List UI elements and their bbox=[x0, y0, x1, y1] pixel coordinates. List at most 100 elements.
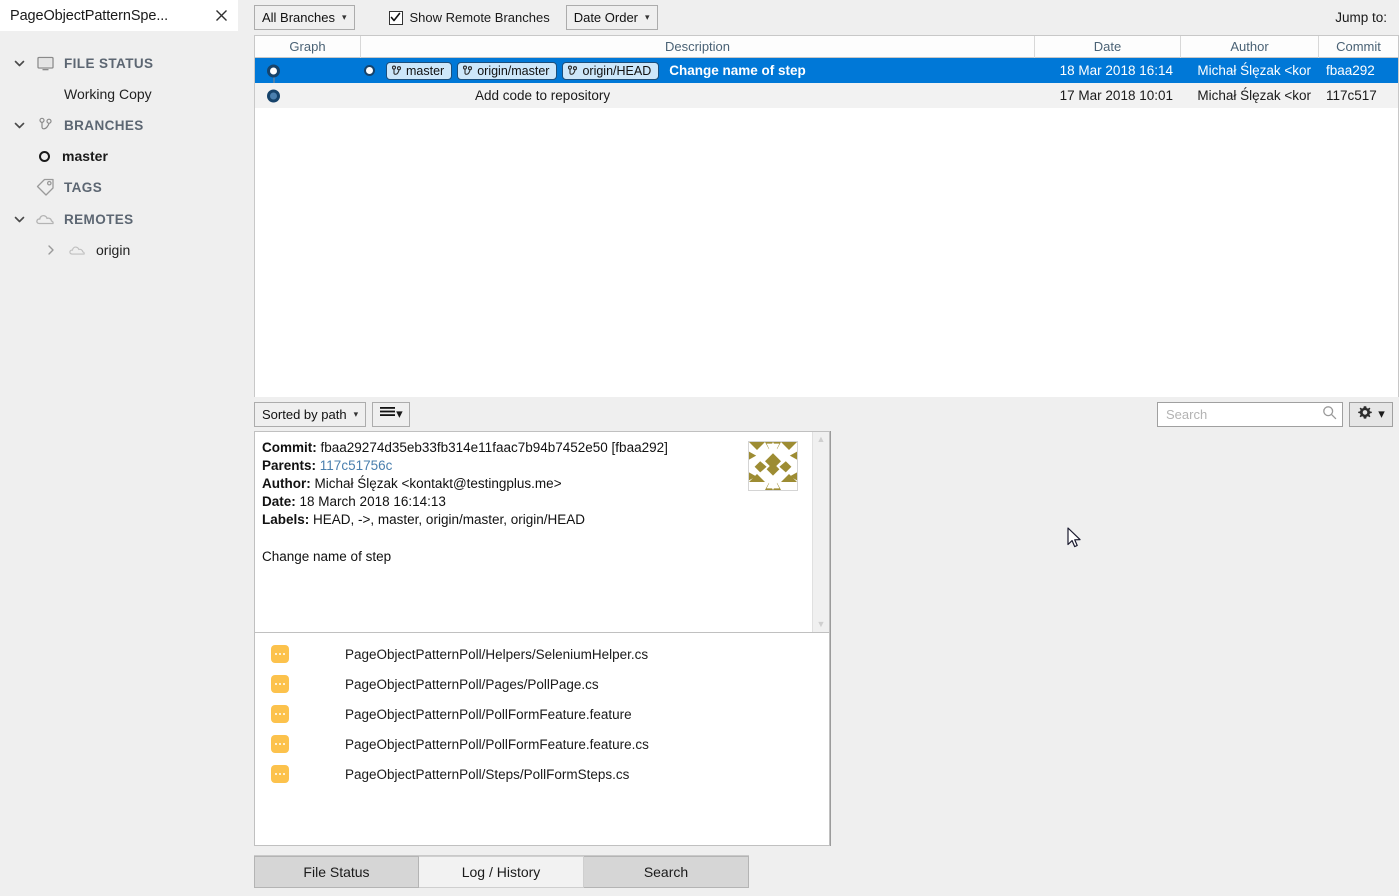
scroll-up-icon[interactable]: ▲ bbox=[817, 435, 826, 444]
graph-node-head bbox=[267, 64, 280, 77]
column-header-description[interactable]: Description bbox=[361, 36, 1035, 58]
commit-date: 18 Mar 2018 16:14 bbox=[1059, 63, 1173, 78]
current-branch-icon bbox=[32, 150, 56, 162]
column-header-graph[interactable]: Graph bbox=[255, 36, 361, 58]
tab-search-label: Search bbox=[643, 863, 689, 880]
ref-badge-origin-master[interactable]: origin/master bbox=[457, 61, 558, 80]
list-item[interactable]: PageObjectPatternPoll/PollFormFeature.fe… bbox=[255, 729, 829, 759]
file-path: PageObjectPatternPoll/PollFormFeature.fe… bbox=[345, 706, 632, 722]
checkbox-box[interactable] bbox=[388, 10, 403, 25]
show-remote-branches-label: Show Remote Branches bbox=[409, 10, 550, 25]
sidebar-label-tags: TAGS bbox=[64, 179, 103, 195]
sidebar-item-remote-origin[interactable]: origin bbox=[0, 235, 250, 265]
detail-scrollbar[interactable]: ▲ ▼ bbox=[812, 432, 829, 632]
column-header-author[interactable]: Author bbox=[1181, 36, 1319, 58]
sort-dropdown[interactable]: Sorted by path ▾ bbox=[254, 401, 367, 427]
sort-label: Sorted by path bbox=[262, 406, 347, 422]
tab-log-history-label: Log / History bbox=[461, 863, 541, 880]
tab-file-status[interactable]: File Status bbox=[254, 855, 419, 888]
sidebar-label-working-copy: Working Copy bbox=[64, 86, 152, 102]
ref-node-icon bbox=[364, 65, 375, 76]
detail-label-author: Author: bbox=[262, 476, 311, 491]
branch-icon bbox=[567, 65, 578, 77]
close-icon[interactable] bbox=[210, 5, 232, 27]
search-input[interactable] bbox=[1164, 405, 1322, 423]
detail-value-labels: HEAD, ->, master, origin/master, origin/… bbox=[313, 512, 585, 527]
modified-file-icon bbox=[271, 705, 289, 723]
sidebar-label-branch-master: master bbox=[62, 148, 108, 164]
lower-panes: Commit: fbaa29274d35eb33fb314e11faac7b94… bbox=[254, 431, 1399, 846]
ref-badge-origin-head[interactable]: origin/HEAD bbox=[562, 61, 660, 80]
search-icon[interactable] bbox=[1322, 405, 1337, 423]
list-item[interactable]: PageObjectPatternPoll/Steps/PollFormStep… bbox=[255, 759, 829, 789]
sidebar-item-branch-master[interactable]: master bbox=[0, 141, 250, 171]
branch-icon bbox=[391, 65, 402, 77]
chevron-down-icon: ▾ bbox=[1378, 406, 1385, 421]
commit-hash: 117c517 bbox=[1326, 88, 1377, 103]
identicon-avatar bbox=[748, 441, 798, 491]
commit-detail-column: Commit: fbaa29274d35eb33fb314e11faac7b94… bbox=[254, 431, 830, 846]
app-window: PageObjectPatternSpe... FILE STATUS Work… bbox=[0, 0, 1399, 896]
chevron-down-icon: ▾ bbox=[341, 12, 347, 22]
changed-files-pane: PageObjectPatternPoll/Helpers/SeleniumHe… bbox=[254, 633, 830, 846]
modified-file-icon bbox=[271, 765, 289, 783]
tab-search[interactable]: Search bbox=[584, 855, 749, 888]
file-path: PageObjectPatternPoll/Pages/PollPage.cs bbox=[345, 676, 599, 692]
sidebar-item-working-copy[interactable]: Working Copy bbox=[0, 79, 250, 109]
tab-log-history[interactable]: Log / History bbox=[419, 855, 584, 888]
list-view-icon bbox=[379, 406, 396, 422]
branch-filter-dropdown[interactable]: All Branches ▾ bbox=[254, 5, 355, 30]
parent-commit-link[interactable]: 117c51756c bbox=[320, 458, 393, 473]
column-header-commit[interactable]: Commit bbox=[1319, 36, 1398, 58]
chevron-down-icon[interactable] bbox=[6, 213, 32, 226]
detail-row-date: Date: 18 March 2018 16:14:13 bbox=[262, 493, 740, 511]
repo-tab-strip: PageObjectPatternSpe... bbox=[0, 0, 250, 31]
table-row[interactable]: Add code to repository 17 Mar 2018 10:01… bbox=[255, 83, 1398, 108]
order-dropdown[interactable]: Date Order ▾ bbox=[565, 5, 658, 30]
bottom-tab-bar: File Status Log / History Search bbox=[250, 846, 1399, 896]
settings-dropdown[interactable]: ▾ bbox=[1349, 401, 1393, 427]
ref-badge-label: origin/HEAD bbox=[582, 63, 652, 78]
main-area: All Branches ▾ Show Remote Branches Date… bbox=[250, 0, 1399, 896]
commit-detail-content: Commit: fbaa29274d35eb33fb314e11faac7b94… bbox=[255, 432, 812, 632]
list-item[interactable]: PageObjectPatternPoll/Pages/PollPage.cs bbox=[255, 669, 829, 699]
commit-graph-cell bbox=[255, 83, 361, 108]
detail-value-date: 18 March 2018 16:14:13 bbox=[299, 494, 446, 509]
view-mode-dropdown[interactable]: ▾ bbox=[372, 401, 410, 427]
list-item[interactable]: PageObjectPatternPoll/Helpers/SeleniumHe… bbox=[255, 639, 829, 669]
list-item[interactable]: PageObjectPatternPoll/PollFormFeature.fe… bbox=[255, 699, 829, 729]
commit-table: Graph Description Date Author Commit mas… bbox=[254, 35, 1399, 397]
commit-detail-text: Commit: fbaa29274d35eb33fb314e11faac7b94… bbox=[262, 439, 740, 632]
sidebar-item-tags[interactable]: TAGS bbox=[0, 171, 250, 203]
detail-row-author: Author: Michał Ślęzak <kontakt@testingpl… bbox=[262, 475, 740, 493]
chevron-down-icon[interactable] bbox=[6, 119, 32, 132]
file-path: PageObjectPatternPoll/PollFormFeature.fe… bbox=[345, 736, 649, 752]
commit-graph-cell bbox=[255, 58, 361, 83]
detail-commit-message: Change name of step bbox=[262, 549, 392, 564]
detail-row-commit: Commit: fbaa29274d35eb33fb314e11faac7b94… bbox=[262, 439, 740, 457]
gear-icon bbox=[1357, 405, 1373, 424]
commit-message: Add code to repository bbox=[475, 88, 611, 103]
sidebar-item-branches[interactable]: BRANCHES bbox=[0, 109, 250, 141]
chevron-right-icon[interactable] bbox=[38, 244, 64, 256]
column-header-date[interactable]: Date bbox=[1035, 36, 1181, 58]
ref-badge-label: master bbox=[406, 63, 445, 78]
repo-tab[interactable]: PageObjectPatternSpe... bbox=[0, 0, 238, 31]
chevron-down-icon: ▾ bbox=[353, 408, 359, 419]
commit-detail-pane: Commit: fbaa29274d35eb33fb314e11faac7b94… bbox=[254, 431, 830, 633]
chevron-down-icon[interactable] bbox=[6, 57, 32, 70]
modified-file-icon bbox=[271, 645, 289, 663]
scroll-down-icon[interactable]: ▼ bbox=[817, 620, 826, 629]
sidebar-item-remotes[interactable]: REMOTES bbox=[0, 203, 250, 235]
table-row[interactable]: master origin/master origin/HEAD Change … bbox=[255, 58, 1398, 83]
show-remote-branches-checkbox[interactable]: Show Remote Branches bbox=[388, 10, 550, 25]
file-path: PageObjectPatternPoll/Helpers/SeleniumHe… bbox=[345, 646, 649, 662]
search-box[interactable] bbox=[1157, 401, 1343, 427]
log-toolbar: All Branches ▾ Show Remote Branches Date… bbox=[250, 0, 1399, 35]
detail-toolbar: Sorted by path ▾ ▾ Search ▾ bbox=[250, 397, 1399, 431]
commit-description-cell: master origin/master origin/HEAD Change … bbox=[361, 58, 1035, 83]
ref-badge-master[interactable]: master bbox=[386, 61, 453, 80]
sidebar-item-file-status[interactable]: FILE STATUS bbox=[0, 47, 250, 79]
diff-preview-pane bbox=[830, 431, 1399, 846]
detail-row-labels: Labels: HEAD, ->, master, origin/master,… bbox=[262, 511, 740, 529]
